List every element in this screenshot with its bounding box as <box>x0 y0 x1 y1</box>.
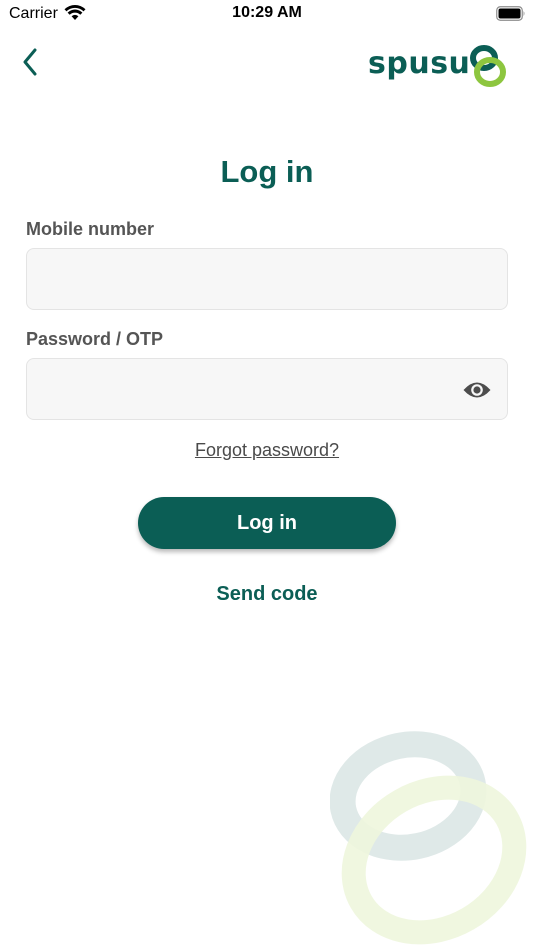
login-button[interactable]: Log in <box>138 497 396 549</box>
password-field[interactable] <box>27 359 507 419</box>
chevron-left-icon <box>23 48 37 76</box>
logo-rings-icon <box>470 45 506 87</box>
status-time: 10:29 AM <box>232 4 302 21</box>
status-bar: Carrier 10:29 AM <box>0 0 534 30</box>
battery-icon <box>496 6 526 26</box>
eye-icon <box>463 382 491 398</box>
show-password-button[interactable] <box>461 374 493 406</box>
mobile-number-field[interactable] <box>27 249 507 309</box>
send-code-button[interactable]: Send code <box>0 583 534 606</box>
password-label: Password / OTP <box>26 329 164 349</box>
logo-wordmark: spusu <box>368 46 471 81</box>
mobile-number-label: Mobile number <box>26 219 155 239</box>
forgot-password-link[interactable]: Forgot password? <box>0 440 534 461</box>
spusu-logo: spusu <box>368 42 510 92</box>
mobile-number-field-container <box>26 248 508 310</box>
page-title: Log in <box>220 154 314 189</box>
background-rings-decoration <box>330 731 527 945</box>
back-button[interactable] <box>14 44 46 80</box>
password-field-container <box>26 358 508 420</box>
